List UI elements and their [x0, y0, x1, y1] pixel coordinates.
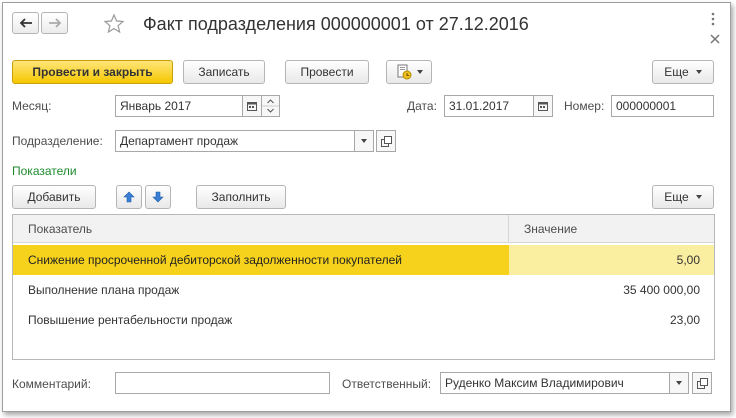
print-menu-button[interactable]: [386, 60, 432, 84]
more-button[interactable]: Еще: [652, 60, 714, 84]
arrow-up-icon: [123, 191, 135, 203]
arrow-left-icon: [19, 18, 32, 28]
responsible-open-button[interactable]: [692, 372, 712, 394]
calendar-button[interactable]: [242, 95, 262, 117]
department-field[interactable]: Департамент продаж: [115, 130, 355, 152]
responsible-label: Ответственный:: [342, 377, 432, 391]
month-stepper[interactable]: [261, 95, 280, 117]
date-calendar-button[interactable]: [533, 95, 553, 117]
indicator-value-cell: 5,00: [509, 245, 714, 275]
post-button[interactable]: Провести: [285, 60, 369, 84]
responsible-field[interactable]: Руденко Максим Владимирович: [440, 372, 670, 394]
close-icon[interactable]: [710, 33, 722, 45]
comment-label: Комментарий:: [12, 377, 91, 391]
favorite-star-icon[interactable]: [103, 13, 125, 38]
number-field[interactable]: 000000001: [611, 95, 714, 117]
indicators-more-label: Еще: [664, 190, 689, 204]
calendar-icon: [538, 102, 548, 111]
table-row[interactable]: Снижение просроченной дебиторской задолж…: [13, 245, 714, 275]
chevron-down-icon: [676, 381, 682, 385]
indicator-value-cell: 23,00: [669, 313, 700, 327]
department-label: Подразделение:: [12, 134, 103, 148]
calendar-icon: [247, 102, 257, 111]
indicators-table[interactable]: Показатель Значение Снижение просроченно…: [12, 214, 715, 360]
chevron-down-icon: [361, 139, 367, 143]
post-and-close-button[interactable]: Провести и закрыть: [12, 60, 173, 84]
indicator-name-cell: Выполнение плана продаж: [28, 283, 180, 297]
month-label: Месяц:: [12, 99, 52, 113]
open-in-window-icon: [380, 135, 392, 147]
indicator-name-cell: Снижение просроченной дебиторской задолж…: [13, 245, 509, 275]
indicator-name-cell: Повышение рентабельности продаж: [28, 313, 233, 327]
date-field[interactable]: 31.01.2017: [444, 95, 534, 117]
save-button[interactable]: Записать: [183, 60, 265, 84]
table-row[interactable]: Выполнение плана продаж 35 400 000,00: [13, 275, 714, 305]
forward-button[interactable]: [41, 12, 68, 34]
department-open-button[interactable]: [376, 130, 396, 152]
chevron-down-icon: [416, 70, 423, 74]
column-header-indicator[interactable]: Показатель: [13, 215, 509, 243]
page-title: Факт подразделения 000000001 от 27.12.20…: [143, 14, 529, 34]
back-button[interactable]: [12, 12, 39, 34]
table-row[interactable]: Повышение рентабельности продаж 23,00: [13, 305, 714, 335]
stepper-arrows-icon: [262, 99, 279, 113]
open-in-window-icon: [696, 377, 708, 389]
indicators-section-label: Показатели: [12, 164, 77, 178]
month-field[interactable]: Январь 2017: [115, 95, 243, 117]
indicators-more-button[interactable]: Еще: [652, 185, 714, 209]
indicator-value-cell: 35 400 000,00: [623, 283, 700, 297]
move-up-button[interactable]: [116, 185, 142, 209]
fill-button[interactable]: Заполнить: [196, 185, 286, 209]
chevron-down-icon: [695, 195, 702, 199]
move-down-button[interactable]: [145, 185, 171, 209]
arrow-down-icon: [152, 191, 164, 203]
document-print-icon: [397, 64, 411, 80]
arrow-right-icon: [48, 18, 61, 28]
more-button-label: Еще: [664, 65, 689, 79]
comment-field[interactable]: [115, 372, 330, 394]
document-window: Факт подразделения 000000001 от 27.12.20…: [2, 2, 731, 412]
department-dropdown-button[interactable]: [354, 130, 374, 152]
responsible-dropdown-button[interactable]: [669, 372, 689, 394]
number-label: Номер:: [564, 99, 605, 113]
column-header-value[interactable]: Значение: [509, 215, 714, 243]
date-label: Дата:: [407, 99, 437, 113]
chevron-down-icon: [695, 70, 702, 74]
add-indicator-button[interactable]: Добавить: [12, 185, 96, 209]
more-vertical-icon[interactable]: [710, 12, 720, 26]
